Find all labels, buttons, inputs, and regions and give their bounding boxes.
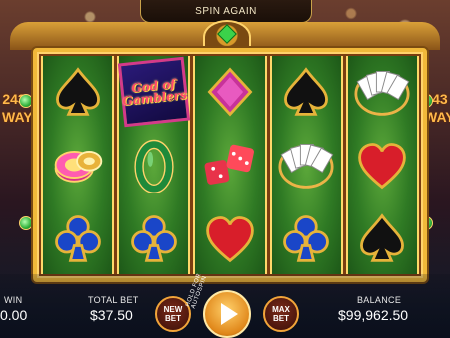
club-icon	[283, 214, 330, 262]
symbol-cell	[276, 135, 336, 195]
symbol-cell	[276, 62, 336, 122]
symbol-cell	[48, 208, 108, 268]
balance-value: $99,962.50	[338, 307, 409, 323]
reel-1	[41, 56, 115, 274]
reel-3	[193, 56, 267, 274]
new-bet-line-1: NEW	[163, 305, 183, 314]
symbol-cell	[276, 208, 336, 268]
ways-word: WAYS	[2, 109, 42, 125]
symbol-cell	[200, 62, 260, 122]
playing-cards-icon	[278, 143, 334, 189]
symbol-cell	[124, 208, 184, 268]
total-bet-value: $37.50	[90, 307, 133, 323]
chips-icon	[54, 150, 102, 183]
reel-4	[269, 56, 343, 274]
play-icon	[221, 303, 238, 325]
spade-icon	[284, 67, 329, 117]
new-bet-line-2: BET	[164, 314, 181, 323]
symbol-cell	[48, 135, 108, 195]
max-bet-button[interactable]: MAX BET	[263, 296, 299, 332]
reel-frame: God of Gamblers	[33, 48, 427, 282]
symbol-cell	[352, 62, 412, 122]
ways-word: WAYS	[424, 109, 450, 125]
playing-cards-icon	[354, 71, 410, 117]
spin-button[interactable]	[203, 290, 251, 338]
symbol-cell	[48, 62, 108, 122]
win-value: 0.00	[0, 307, 28, 323]
club-icon	[130, 214, 177, 262]
club-icon	[54, 214, 101, 262]
diamond-icon	[207, 67, 253, 117]
symbol-cell	[352, 135, 412, 195]
spade-icon	[360, 212, 405, 262]
balance-label: BALANCE	[357, 295, 402, 305]
symbol-cell	[352, 208, 412, 268]
reel-5	[345, 56, 420, 274]
dice-icon	[204, 144, 254, 185]
symbol-cell: God of Gamblers	[117, 57, 190, 128]
win-label: WIN	[4, 295, 23, 305]
god-of-gamblers-logo: God of Gamblers	[117, 57, 190, 128]
side-gem-icon	[19, 216, 33, 230]
jade-bangle-icon	[134, 139, 174, 193]
max-bet-line-1: MAX	[272, 305, 290, 314]
symbol-cell	[124, 135, 184, 195]
banner-text: SPIN AGAIN	[195, 5, 257, 17]
total-bet-label: TOTAL BET	[88, 295, 139, 305]
side-gem-icon	[19, 94, 33, 108]
symbol-cell	[200, 135, 260, 195]
green-gem-icon	[217, 24, 237, 44]
spade-icon	[55, 67, 100, 117]
reels-grid: God of Gamblers	[41, 56, 420, 274]
reel-2: God of Gamblers	[117, 56, 191, 274]
max-bet-line-2: BET	[273, 314, 289, 323]
heart-icon	[358, 143, 407, 190]
